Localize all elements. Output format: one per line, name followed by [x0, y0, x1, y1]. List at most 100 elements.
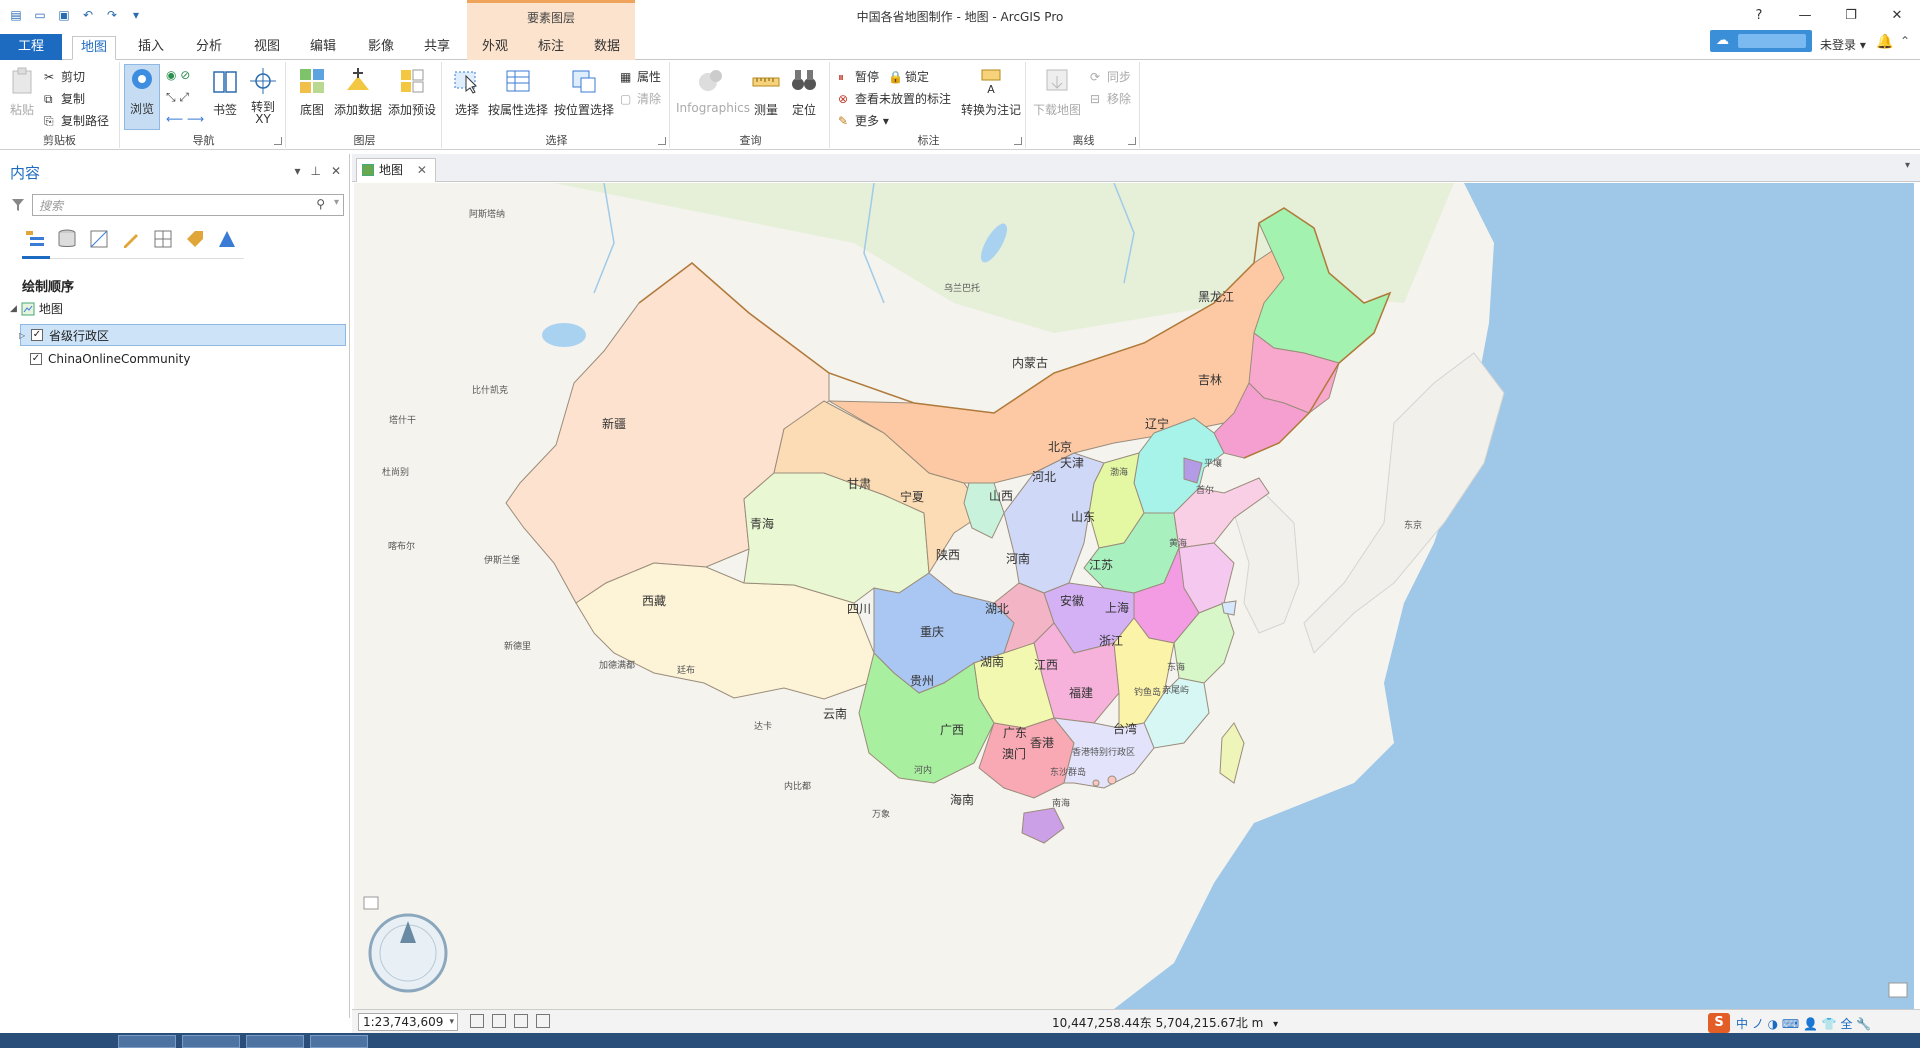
attribution-icon[interactable]: [1888, 982, 1908, 998]
attributes-button[interactable]: ▦ 属性: [620, 68, 661, 85]
search-dropdown-icon[interactable]: ▾: [334, 197, 339, 208]
pause-drawing-icon[interactable]: [536, 1014, 550, 1028]
tab-map[interactable]: 地图: [72, 36, 117, 60]
infographics-button[interactable]: Infographics: [676, 66, 750, 115]
expand-triangle-icon[interactable]: ▷: [19, 331, 25, 340]
remove-button[interactable]: ⊟ 移除: [1090, 90, 1131, 107]
contents-search-input[interactable]: 搜索 ⚲ ▾: [32, 194, 344, 216]
taskbar-app-2[interactable]: [182, 1035, 240, 1048]
coordinates-dropdown-icon[interactable]: ▾: [1273, 1019, 1278, 1030]
tab-edit[interactable]: 编辑: [302, 36, 344, 60]
map-status-bar: 1:23,743,609 ▾ 10,447,258.44东 5,704,215.…: [352, 1009, 1920, 1033]
fixed-zoom-icon[interactable]: [470, 1014, 484, 1028]
scale-dropdown-icon[interactable]: ▾: [449, 1014, 454, 1030]
list-by-drawing-order-icon[interactable]: [24, 228, 46, 250]
ime-status-text[interactable]: 中 ノ ◑ ⌨ 👤 👕 全 🔧: [1736, 1015, 1871, 1032]
collapse-triangle-icon[interactable]: ◢: [10, 304, 17, 314]
tab-list-dropdown-icon[interactable]: ▾: [1905, 160, 1910, 171]
minimize-button[interactable]: —: [1782, 0, 1828, 32]
list-by-selection-icon[interactable]: [88, 228, 110, 250]
labeling-launcher-icon[interactable]: [1014, 137, 1022, 145]
basemap-place-label: 加德满都: [599, 659, 635, 671]
province-label: 河北: [1032, 470, 1056, 484]
tab-project[interactable]: 工程: [0, 34, 62, 60]
full-extent-icon[interactable]: ◉ ⊘: [166, 68, 190, 82]
province-label: 海南: [950, 792, 974, 807]
list-by-editing-icon[interactable]: [120, 228, 142, 250]
pane-options-icon[interactable]: ▾: [294, 164, 300, 178]
expand-navigator-icon[interactable]: [363, 896, 379, 910]
taskbar-app-3[interactable]: [246, 1035, 304, 1048]
selection-launcher-icon[interactable]: [658, 137, 666, 145]
convert-to-annotation-button[interactable]: A 转换为注记: [958, 66, 1024, 118]
select-by-location-button[interactable]: 按位置选择: [552, 66, 616, 118]
taskbar-app-1[interactable]: [118, 1035, 176, 1048]
more-button[interactable]: ✎ 更多 ▾: [838, 112, 889, 129]
filter-icon[interactable]: [11, 198, 25, 212]
layer-row-provinces[interactable]: ▷ ✓ 省级行政区: [19, 324, 346, 346]
grid-icon[interactable]: [514, 1014, 528, 1028]
cut-button[interactable]: ✂ 剪切: [44, 68, 85, 85]
sogou-ime-icon[interactable]: S: [1708, 1013, 1730, 1033]
previous-next-extent-icon[interactable]: ⟵ ⟶: [166, 112, 204, 126]
search-icon[interactable]: ⚲: [316, 197, 325, 211]
add-preset-button[interactable]: 添加预设: [386, 66, 438, 118]
offline-launcher-icon[interactable]: [1128, 137, 1136, 145]
copy-button[interactable]: ⧉ 复制: [44, 90, 85, 107]
taskbar-app-4[interactable]: [310, 1035, 368, 1048]
tab-imagery[interactable]: 影像: [360, 36, 402, 60]
tab-share[interactable]: 共享: [416, 36, 458, 60]
tab-appearance[interactable]: 外观: [474, 36, 516, 60]
restore-button[interactable]: ❐: [1828, 0, 1874, 32]
tab-analysis[interactable]: 分析: [188, 36, 230, 60]
tab-view[interactable]: 视图: [246, 36, 288, 60]
pause-label: 暂停: [855, 70, 880, 84]
select-button[interactable]: 选择: [450, 66, 484, 118]
measure-label: 测量: [753, 103, 778, 117]
navigator-compass[interactable]: [368, 913, 448, 993]
close-button[interactable]: ✕: [1874, 0, 1920, 32]
locate-button[interactable]: 定位: [786, 66, 822, 118]
add-data-button[interactable]: 添加数据: [332, 66, 384, 118]
select-by-attributes-button[interactable]: 按属性选择: [486, 66, 550, 118]
pane-pin-icon[interactable]: ⊥: [310, 164, 320, 178]
paste-button[interactable]: 粘贴: [6, 66, 38, 118]
download-map-button[interactable]: 下载地图: [1032, 66, 1082, 118]
measure-button[interactable]: 测量: [748, 66, 784, 118]
snapping-icon[interactable]: [492, 1014, 506, 1028]
scale-selector[interactable]: 1:23,743,609 ▾: [358, 1013, 458, 1031]
list-by-perspective-icon[interactable]: [216, 228, 238, 250]
lock-labels-button[interactable]: 🔒 锁定: [888, 68, 929, 85]
clear-selection-button[interactable]: ▢ 清除: [620, 90, 661, 107]
bookmarks-button[interactable]: 书签: [208, 66, 242, 118]
layer-visibility-checkbox[interactable]: ✓: [30, 353, 42, 365]
goto-xy-button[interactable]: 转到 XY: [246, 66, 280, 125]
navigate-launcher-icon[interactable]: [274, 137, 282, 145]
pause-labels-button[interactable]: ⏸ 暂停: [838, 68, 879, 85]
account-status[interactable]: 未登录 ▾: [1820, 36, 1866, 53]
basemap-button[interactable]: 底图: [292, 66, 332, 118]
map-view-tab[interactable]: 地图 ✕: [356, 158, 436, 182]
notification-bell-icon[interactable]: 🔔: [1876, 34, 1893, 50]
map-canvas[interactable]: 新疆 西藏 青海 甘肃 内蒙古 黑龙江 吉林 辽宁 北京 天津 河北 山西 宁夏 陕西 河南 山东 江苏 安徽 上海…: [354, 183, 1914, 1009]
map-node[interactable]: ◢ 地图: [10, 300, 63, 317]
close-tab-icon[interactable]: ✕: [417, 163, 427, 177]
layer-visibility-checkbox[interactable]: ✓: [31, 329, 43, 341]
help-button[interactable]: ?: [1736, 0, 1782, 32]
explore-button[interactable]: 浏览: [124, 64, 160, 130]
copy-path-button[interactable]: ⎘ 复制路径: [44, 112, 109, 129]
ribbon-tab-row: 工程 地图 插入 分析 视图 编辑 影像 共享 外观 标注 数据 ☁ 未登录 ▾…: [0, 30, 1920, 60]
pane-close-icon[interactable]: ✕: [331, 164, 341, 178]
view-unplaced-button[interactable]: ⊗ 查看未放置的标注: [838, 90, 951, 107]
layer-row-basemap[interactable]: ✓ ChinaOnlineCommunity: [20, 348, 190, 370]
tab-insert[interactable]: 插入: [130, 36, 172, 60]
list-by-data-source-icon[interactable]: [56, 228, 78, 250]
collapse-ribbon-icon[interactable]: ⌃: [1900, 34, 1910, 48]
sync-button[interactable]: ⟳ 同步: [1090, 68, 1131, 85]
list-by-snapping-icon[interactable]: [152, 228, 174, 250]
tab-data[interactable]: 数据: [586, 36, 628, 60]
tab-labeling[interactable]: 标注: [530, 36, 572, 60]
signin-button[interactable]: ☁: [1710, 30, 1812, 52]
list-by-labeling-icon[interactable]: [184, 228, 206, 250]
zoom-fixed-icon[interactable]: ⤡ ⤢: [166, 90, 189, 105]
